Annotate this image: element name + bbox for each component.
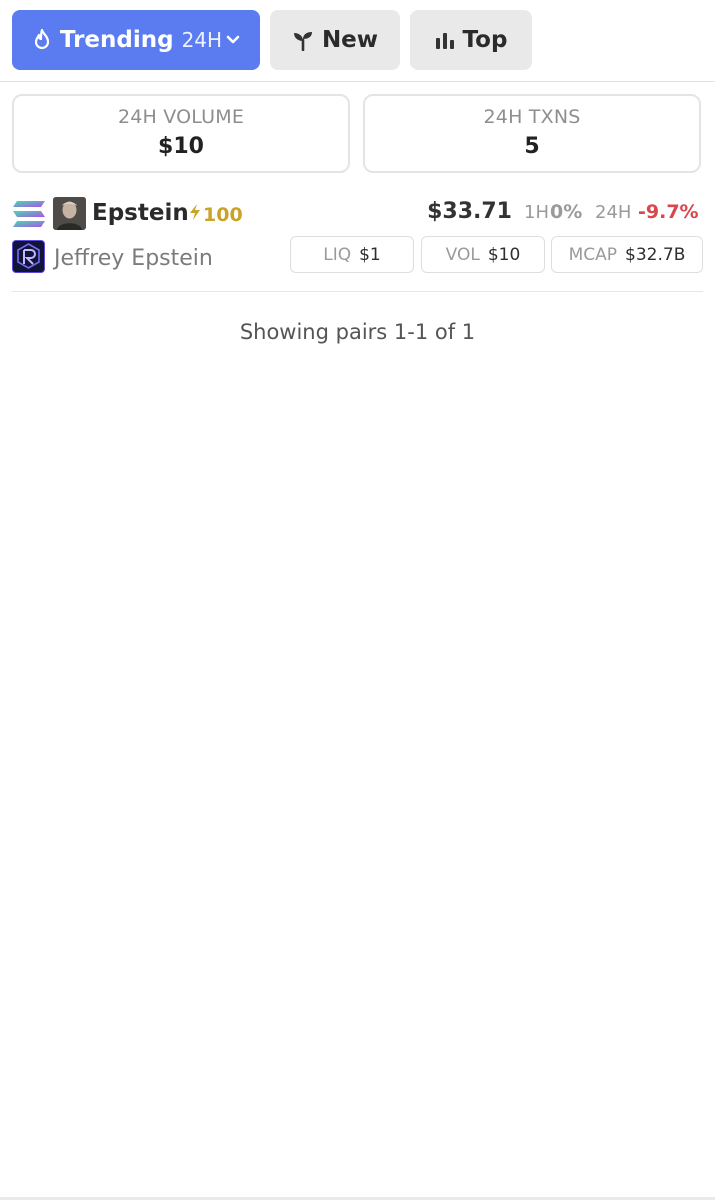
change-1h-value: 0% [550,201,583,223]
txns-stat-label: 24H TXNS [483,106,581,128]
top-toolbar: Trending 24H New Top [0,0,715,82]
sprout-icon [292,29,314,51]
flame-icon [32,29,52,51]
volume-stat-value: $10 [158,134,204,159]
solana-icon [12,200,46,228]
token-price: $33.71 [427,199,512,224]
trending-button[interactable]: Trending 24H [12,10,260,70]
token-avatar [53,197,86,230]
new-label: New [321,27,379,53]
pair-row[interactable]: Epstein 100 Jeffrey Epstein $33.71 1H 0%… [12,190,703,292]
change-24h-value: -9.7% [638,201,699,223]
bar-chart-icon [435,30,455,50]
market-cap-chip: MCAP $32.7B [551,236,703,273]
boost-value: 100 [203,203,243,226]
lightning-icon [189,203,203,226]
new-button[interactable]: New [270,10,400,70]
token-symbol: Epstein [92,200,189,226]
change-1h-label: 1H [524,202,549,223]
boost-badge: 100 [189,203,243,226]
raydium-icon [12,240,45,273]
volume-label: VOL [445,244,480,265]
top-button[interactable]: Top [410,10,532,70]
market-cap-label: MCAP [568,244,618,265]
liquidity-label: LIQ [323,244,352,265]
volume-stat-card: 24H VOLUME $10 [12,94,350,173]
timeframe-label: 24H [181,28,223,52]
pagination-summary: Showing pairs 1-1 of 1 [239,320,476,344]
chevron-down-icon [226,35,240,45]
volume-chip: VOL $10 [421,236,545,273]
token-full-name: Jeffrey Epstein [54,246,213,271]
liquidity-chip: LIQ $1 [290,236,414,273]
change-24h-label: 24H [595,202,632,223]
txns-stat-value: 5 [524,134,540,159]
liquidity-value: $1 [359,244,381,265]
volume-value: $10 [487,244,521,265]
txns-stat-card: 24H TXNS 5 [363,94,701,173]
trending-label: Trending [59,27,174,53]
top-label: Top [462,27,508,53]
market-cap-value: $32.7B [625,244,686,265]
volume-stat-label: 24H VOLUME [117,106,245,128]
